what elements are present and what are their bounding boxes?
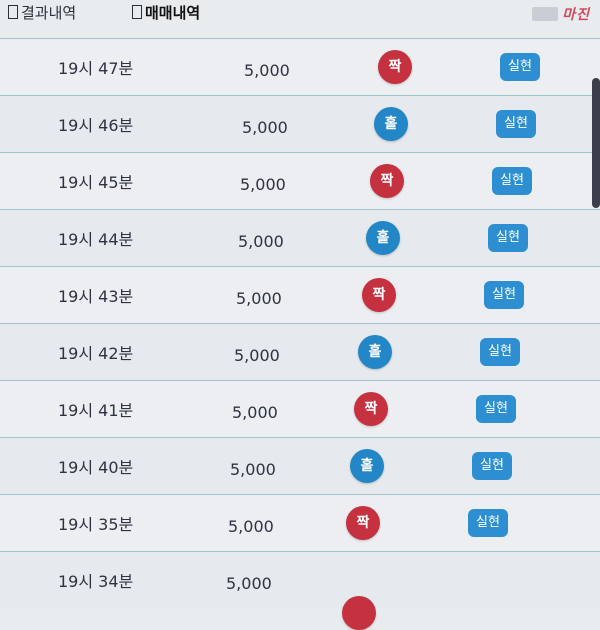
result-badge: 홀 [358,335,392,369]
row-amount: 5,000 [244,61,290,80]
row-amount: 5,000 [228,517,274,536]
row-time: 19시 45분 [58,173,134,192]
table-row: 19시 40분 5,000 홀 실현 [0,437,600,494]
row-amount: 5,000 [242,118,288,137]
row-amount: 5,000 [240,175,286,194]
row-amount: 5,000 [232,403,278,422]
result-badge: 짝 [346,506,380,540]
result-badge: 짝 [362,278,396,312]
status-button[interactable]: 실현 [500,53,540,81]
row-amount: 5,000 [230,460,276,479]
status-button[interactable]: 실현 [468,509,508,537]
status-button[interactable]: 실현 [480,338,520,366]
tab-results[interactable]: 결과내역 [8,2,76,23]
checkbox-icon [132,5,142,19]
trade-history-table: 19시 47분 5,000 짝 실현 19시 46분 5,000 홀 실현 19시 45분 5,0… [0,38,600,630]
table-row: 19시 43분 5,000 짝 실현 [0,266,600,323]
status-button[interactable]: 실현 [488,224,528,252]
table-row: 19시 35분 5,000 짝 실현 [0,494,600,551]
row-amount: 5,000 [236,289,282,308]
status-button[interactable]: 실현 [472,452,512,480]
row-amount: 5,000 [234,346,280,365]
row-time: 19시 41분 [58,401,134,420]
tab-label: 결과내역 [21,4,77,22]
logo-icon [532,7,559,21]
result-badge: 홀 [374,107,408,141]
tab-label: 매매내역 [145,4,201,22]
row-time: 19시 47분 [58,59,134,78]
row-time: 19시 35분 [58,515,134,534]
table-row: 19시 47분 5,000 짝 실현 [0,38,600,95]
result-badge [342,596,376,630]
row-amount: 5,000 [238,232,284,251]
table-row: 19시 44분 5,000 홀 실현 [0,209,600,266]
table-row: 19시 34분 5,000 [0,551,600,630]
table-row: 19시 46분 5,000 홀 실현 [0,95,600,152]
row-time: 19시 34분 [58,572,134,591]
result-badge: 짝 [378,50,412,84]
result-badge: 짝 [354,392,388,426]
tab-bar: 결과내역 매매내역 마진 [0,0,600,38]
result-badge: 짝 [370,164,404,198]
row-time: 19시 40분 [58,458,134,477]
status-button[interactable]: 실현 [496,110,536,138]
status-button[interactable]: 실현 [492,167,532,195]
status-button[interactable]: 실현 [476,395,516,423]
row-time: 19시 42분 [58,344,134,363]
table-row: 19시 45분 5,000 짝 실현 [0,152,600,209]
row-time: 19시 44분 [58,230,134,249]
watermark-logo: 마진 [532,4,590,24]
row-amount: 5,000 [226,574,272,593]
row-time: 19시 46분 [58,116,134,135]
checkbox-icon [8,5,18,19]
result-badge: 홀 [350,449,384,483]
row-time: 19시 43분 [58,287,134,306]
scrollbar[interactable] [592,78,600,208]
status-button[interactable]: 실현 [484,281,524,309]
result-badge: 홀 [366,221,400,255]
table-row: 19시 42분 5,000 홀 실현 [0,323,600,380]
tab-trades[interactable]: 매매내역 [132,2,200,23]
table-row: 19시 41분 5,000 짝 실현 [0,380,600,437]
